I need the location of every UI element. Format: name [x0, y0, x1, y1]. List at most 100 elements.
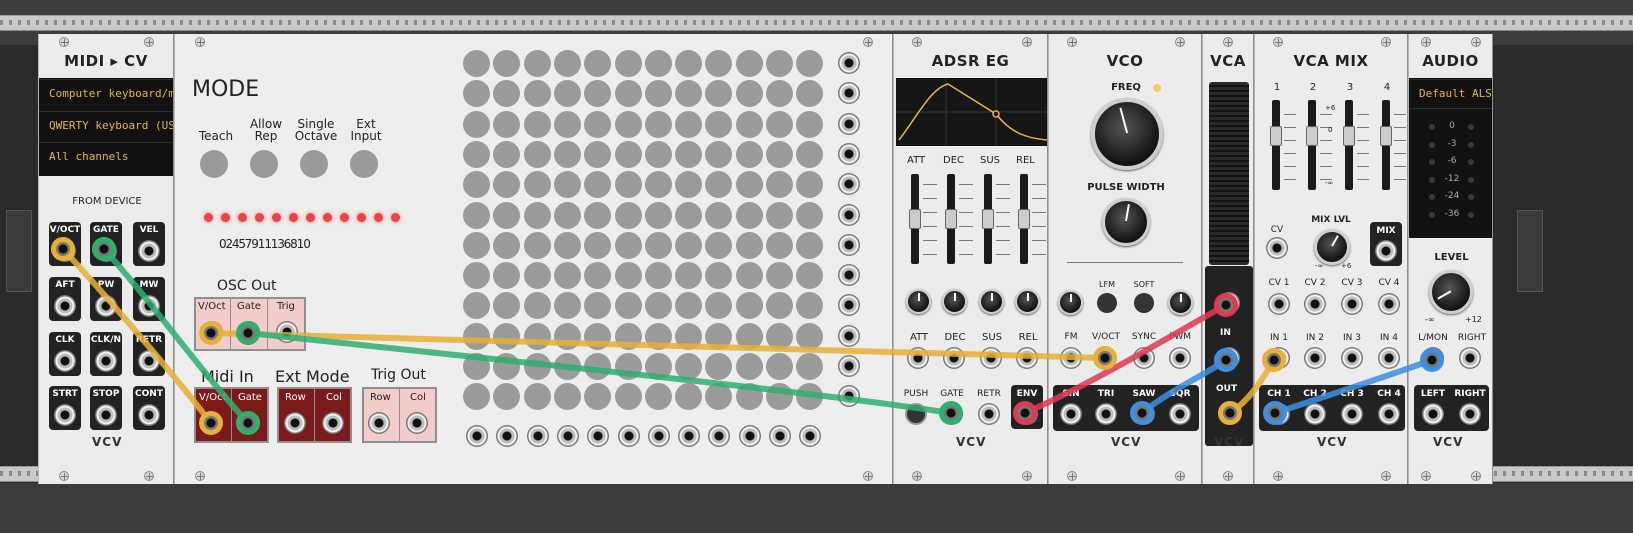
- grid-cell-button[interactable]: [493, 322, 521, 350]
- right-output-jack[interactable]: [1459, 403, 1481, 425]
- grid-cell-button[interactable]: [614, 262, 642, 290]
- output-jack[interactable]: [54, 350, 76, 372]
- channel-output-jack[interactable]: [1304, 403, 1326, 425]
- channel-output-jack[interactable]: [1341, 403, 1363, 425]
- grid-cell-button[interactable]: [523, 231, 551, 259]
- row-trig-jack[interactable]: [838, 324, 860, 347]
- grid-cell-button[interactable]: [463, 292, 490, 320]
- grid-cell-button[interactable]: [735, 353, 763, 380]
- output-jack[interactable]: [138, 295, 160, 317]
- grid-cell-button[interactable]: [796, 322, 824, 350]
- grid-cell-button[interactable]: [796, 353, 824, 380]
- grid-cell-button[interactable]: [463, 262, 490, 290]
- grid-cell-button[interactable]: [705, 353, 733, 380]
- push-button[interactable]: [905, 403, 927, 425]
- vco-input-jack[interactable]: [1133, 347, 1155, 369]
- channel-input-jack[interactable]: [1304, 347, 1326, 369]
- trig-col-jack[interactable]: [406, 412, 428, 434]
- grid-cell-button[interactable]: [614, 383, 642, 411]
- col-trig-jack[interactable]: [526, 425, 549, 447]
- col-trig-jack[interactable]: [466, 425, 488, 447]
- cable-plug[interactable]: [1214, 348, 1238, 372]
- right-input-jack[interactable]: [1459, 347, 1481, 369]
- grid-cell-button[interactable]: [766, 201, 793, 229]
- cv-input-jack[interactable]: [1016, 347, 1038, 369]
- channel-output-jack[interactable]: [1378, 403, 1400, 425]
- grid-cell-button[interactable]: [553, 50, 581, 77]
- cable-plug[interactable]: [1263, 401, 1287, 425]
- mix-cv-jack[interactable]: [1266, 237, 1288, 259]
- grid-cell-button[interactable]: [796, 140, 824, 168]
- grid-cell-button[interactable]: [523, 50, 551, 77]
- grid-cell-button[interactable]: [614, 50, 642, 77]
- cable-plug[interactable]: [236, 321, 260, 345]
- grid-cell-button[interactable]: [705, 292, 733, 320]
- grid-cell-button[interactable]: [644, 322, 672, 350]
- grid-cell-button[interactable]: [675, 322, 703, 350]
- grid-cell-button[interactable]: [796, 262, 824, 290]
- mode-button[interactable]: [300, 150, 328, 178]
- grid-cell-button[interactable]: [675, 201, 703, 229]
- grid-cell-button[interactable]: [493, 110, 521, 138]
- grid-cell-button[interactable]: [553, 110, 581, 138]
- row-trig-jack[interactable]: [838, 355, 860, 377]
- channel-cv-jack[interactable]: [1304, 293, 1326, 315]
- cv-input-jack[interactable]: [907, 347, 929, 369]
- grid-cell-button[interactable]: [553, 140, 581, 168]
- grid-cell-button[interactable]: [735, 262, 763, 290]
- cable-plug[interactable]: [1093, 346, 1117, 370]
- vco-input-jack[interactable]: [1169, 347, 1191, 369]
- grid-cell-button[interactable]: [553, 201, 581, 229]
- audio-device-select[interactable]: Default ALS: [1409, 79, 1492, 109]
- channel-input-jack[interactable]: [1341, 347, 1363, 369]
- grid-cell-button[interactable]: [553, 353, 581, 380]
- cable-plug[interactable]: [199, 411, 223, 435]
- grid-cell-button[interactable]: [675, 292, 703, 320]
- adsr-slider[interactable]: [909, 209, 921, 229]
- cable-plug[interactable]: [1262, 348, 1286, 372]
- grid-cell-button[interactable]: [735, 231, 763, 259]
- output-jack[interactable]: [138, 350, 160, 372]
- row-trig-jack[interactable]: [838, 264, 860, 287]
- grid-cell-button[interactable]: [614, 80, 642, 108]
- cable-plug[interactable]: [1218, 401, 1242, 425]
- output-jack[interactable]: [138, 404, 160, 426]
- cable-plug[interactable]: [236, 411, 260, 435]
- grid-cell-button[interactable]: [523, 110, 551, 138]
- grid-cell-button[interactable]: [675, 110, 703, 138]
- grid-cell-button[interactable]: [705, 171, 733, 199]
- cable-plug[interactable]: [1420, 348, 1444, 372]
- mix-output-jack[interactable]: [1375, 240, 1397, 262]
- grid-cell-button[interactable]: [735, 201, 763, 229]
- grid-cell-button[interactable]: [796, 231, 824, 259]
- grid-cell-button[interactable]: [675, 80, 703, 108]
- cv-input-jack[interactable]: [943, 347, 965, 369]
- soft-switch[interactable]: [1134, 293, 1154, 313]
- grid-cell-button[interactable]: [584, 171, 612, 199]
- grid-cell-button[interactable]: [796, 201, 824, 229]
- cv-input-jack[interactable]: [980, 347, 1002, 369]
- grid-cell-button[interactable]: [523, 201, 551, 229]
- grid-cell-button[interactable]: [584, 50, 612, 77]
- grid-cell-button[interactable]: [675, 171, 703, 199]
- grid-cell-button[interactable]: [493, 50, 521, 77]
- grid-cell-button[interactable]: [766, 110, 793, 138]
- col-trig-jack[interactable]: [617, 425, 640, 447]
- grid-cell-button[interactable]: [493, 383, 521, 411]
- cv-attenuator-knob[interactable]: [906, 289, 931, 314]
- output-jack[interactable]: [95, 404, 117, 426]
- grid-cell-button[interactable]: [735, 383, 763, 411]
- grid-cell-button[interactable]: [644, 50, 672, 77]
- grid-cell-button[interactable]: [766, 140, 793, 168]
- ext-col-jack[interactable]: [322, 412, 344, 434]
- grid-cell-button[interactable]: [675, 231, 703, 259]
- grid-cell-button[interactable]: [584, 262, 612, 290]
- grid-cell-button[interactable]: [644, 262, 672, 290]
- output-jack[interactable]: [95, 295, 117, 317]
- grid-cell-button[interactable]: [675, 140, 703, 168]
- midi-channel-select[interactable]: All channels: [39, 142, 173, 171]
- grid-cell-button[interactable]: [796, 80, 824, 108]
- output-jack[interactable]: [95, 350, 117, 372]
- grid-cell-button[interactable]: [463, 50, 490, 77]
- grid-cell-button[interactable]: [493, 353, 521, 380]
